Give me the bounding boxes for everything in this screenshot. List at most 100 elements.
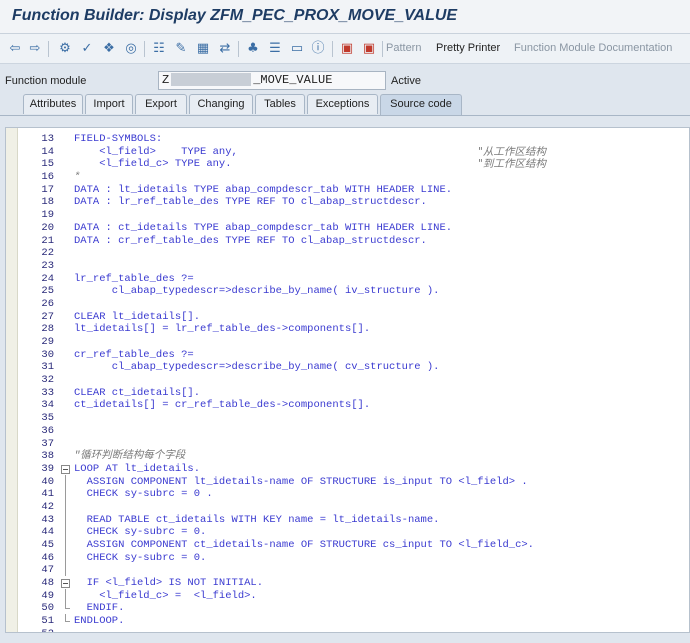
tab-tables[interactable]: Tables [255, 94, 305, 114]
code-line[interactable]: 43 READ TABLE ct_idetails WITH KEY name … [6, 512, 689, 527]
function-module-field[interactable]: Z _MOVE_VALUE [158, 71, 386, 90]
code-text: cr_ref_table_des ?= [74, 348, 194, 361]
code-line[interactable]: 34 ct_idetails[] = cr_ref_table_des->comp… [6, 399, 689, 412]
line-number: 23 [41, 259, 54, 272]
code-line[interactable]: 15 <l_field_c> TYPE any. "到工作区结构 [6, 158, 689, 171]
code-text: lr_ref_table_des ?= [74, 272, 194, 285]
code-line[interactable]: 37 [6, 438, 689, 451]
source-code-editor[interactable]: 13 FIELD-SYMBOLS: 14 <l_field> TYPE any, "从… [5, 127, 690, 633]
fm-documentation-button[interactable]: Function Module Documentation [514, 42, 672, 54]
fold-toggle-icon[interactable] [61, 579, 70, 589]
fold-guide [61, 474, 70, 488]
code-text: ct_idetails[] = cr_ref_table_des->compon… [74, 399, 371, 412]
line-number: 34 [41, 399, 54, 412]
navigation-icon[interactable]: ⇄ [216, 40, 234, 58]
code-line[interactable]: 48 IF <l_field> IS NOT INITIAL. [6, 577, 689, 590]
line-number: 31 [41, 361, 54, 374]
code-line[interactable]: 18 DATA : lr_ref_table_des TYPE REF TO cl… [6, 196, 689, 209]
fold-guide [61, 601, 70, 613]
line-number: 29 [41, 336, 54, 348]
code-line[interactable]: 49 <l_field_c> = <l_field>. [6, 588, 689, 603]
pattern-button[interactable]: Pattern [386, 42, 421, 54]
hierarchy-icon[interactable]: ☰ [266, 40, 284, 58]
window-icon[interactable]: ▭ [288, 40, 306, 58]
code-line[interactable]: 47 [6, 563, 689, 577]
code-line[interactable]: 31 cl_abap_typedescr=>describe_by_name( … [6, 361, 689, 374]
line-number: 47 [41, 564, 54, 577]
back-icon[interactable]: ⇦ [6, 40, 24, 58]
check-icon[interactable]: ✓ [78, 40, 96, 58]
other-object-icon[interactable]: ⚙ [56, 40, 74, 58]
code-line[interactable]: 39 LOOP AT lt_idetails. [6, 462, 689, 476]
code-line[interactable]: 13 FIELD-SYMBOLS: [6, 133, 689, 146]
code-line[interactable]: 28 lt_idetails[] = lr_ref_table_des->comp… [6, 323, 689, 336]
code-line[interactable]: 27 CLEAR lt_idetails[]. [6, 311, 689, 324]
object-list-icon[interactable]: ☷ [150, 40, 168, 58]
tab-divider [0, 115, 690, 116]
display-change-icon[interactable]: ✎ [172, 40, 190, 58]
status-label: Active [391, 75, 421, 87]
fold-guide [61, 512, 70, 526]
code-text: READ TABLE ct_idetails WITH KEY name = l… [74, 513, 440, 526]
tab-source-code[interactable]: Source code [380, 94, 462, 116]
delete-icon[interactable]: ▣ [360, 40, 378, 58]
code-line[interactable]: 16 * [6, 171, 689, 184]
code-line[interactable]: 23 [6, 259, 689, 273]
tab-exceptions[interactable]: Exceptions [307, 94, 378, 114]
activate-icon[interactable]: ❖ [100, 40, 118, 58]
code-text: cl_abap_typedescr=>describe_by_name( iv_… [74, 285, 440, 298]
code-line[interactable]: 40 ASSIGN COMPONENT lt_idetails-name OF … [6, 474, 689, 489]
code-line[interactable]: 33 CLEAR ct_idetails[]. [6, 387, 689, 400]
line-number: 20 [41, 221, 54, 234]
code-line[interactable]: 36 [6, 424, 689, 438]
fold-guide [61, 487, 70, 501]
code-line[interactable]: 21 DATA : cr_ref_table_des TYPE REF TO cl… [6, 235, 689, 248]
fold-guide [61, 550, 70, 564]
tab-attributes[interactable]: Attributes [23, 94, 83, 114]
info-icon[interactable]: ⓘ [309, 40, 327, 58]
code-line[interactable]: 17 DATA : lt_idetails TYPE abap_compdescr… [6, 184, 689, 197]
code-line[interactable]: 25 cl_abap_typedescr=>describe_by_name( … [6, 285, 689, 298]
code-line[interactable]: 51 ENDLOOP. [6, 614, 689, 628]
code-line[interactable]: 46 CHECK sy-subrc = 0. [6, 550, 689, 565]
code-line[interactable]: 38 "循环判断结构每个字段 [6, 450, 689, 463]
code-line[interactable]: 22 [6, 247, 689, 260]
fold-guide [61, 588, 70, 602]
code-line[interactable]: 14 <l_field> TYPE any, "从工作区结构 [6, 145, 689, 159]
code-text: ASSIGN COMPONENT lt_idetails-name OF STR… [74, 475, 528, 488]
line-number: 24 [41, 272, 54, 285]
tab-import[interactable]: Import [85, 94, 133, 114]
code-line[interactable]: 30 cr_ref_table_des ?= [6, 348, 689, 362]
enhance-icon[interactable]: ▦ [194, 40, 212, 58]
pretty-printer-button[interactable]: Pretty Printer [436, 42, 500, 54]
code-line[interactable]: 41 CHECK sy-subrc = 0 . [6, 487, 689, 501]
test-icon[interactable]: ♣ [244, 40, 262, 58]
forward-icon[interactable]: ⇨ [26, 40, 44, 58]
code-line[interactable]: 42 [6, 499, 689, 514]
code-line[interactable]: 44 CHECK sy-subrc = 0. [6, 525, 689, 539]
code-line[interactable]: 20 DATA : ct_idetails TYPE abap_compdescr… [6, 221, 689, 235]
where-used-icon[interactable]: ◎ [122, 40, 140, 58]
line-number: 14 [41, 145, 54, 158]
code-line[interactable]: 32 [6, 374, 689, 387]
code-line[interactable]: 26 [6, 298, 689, 311]
tab-changing[interactable]: Changing [189, 94, 253, 114]
code-line[interactable]: 50 ENDIF. [6, 601, 689, 615]
line-number: 16 [41, 171, 54, 184]
tab-export[interactable]: Export [135, 94, 187, 114]
fold-toggle-icon[interactable] [61, 464, 70, 474]
code-line[interactable]: 19 [6, 209, 689, 222]
code-line[interactable]: 29 [6, 336, 689, 349]
line-number: 44 [41, 526, 54, 539]
tab-strip: Attributes Import Export Changing Tables… [0, 94, 690, 116]
code-text: DATA : ct_idetails TYPE abap_compdescr_t… [74, 221, 453, 234]
line-number: 36 [41, 424, 54, 437]
code-line[interactable]: 24 lr_ref_table_des ?= [6, 272, 689, 286]
code-line[interactable]: 45 ASSIGN COMPONENT ct_idetails-name OF … [6, 538, 689, 552]
fold-guide [61, 499, 70, 513]
insert-icon[interactable]: ▣ [338, 40, 356, 58]
code-line[interactable]: 35 [6, 412, 689, 425]
line-number: 50 [41, 602, 54, 615]
line-number: 39 [41, 462, 54, 475]
line-number: 41 [41, 488, 54, 501]
